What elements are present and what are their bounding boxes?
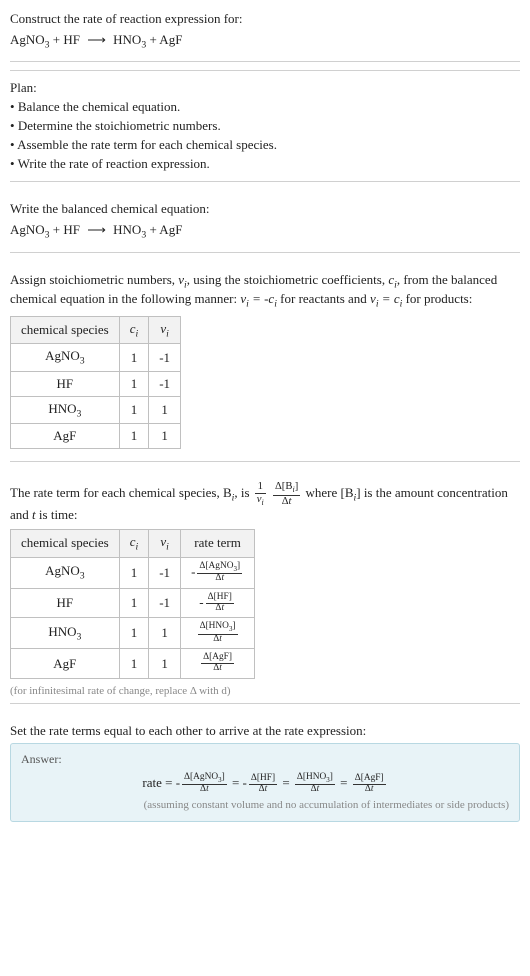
balanced-section: Write the balanced chemical equation: Ag… xyxy=(10,192,520,253)
col-nui: νi xyxy=(149,316,181,344)
eq-rhs-hno3: HNO3 xyxy=(110,32,146,47)
frac-dBi-dt: Δ[Bi]Δt xyxy=(271,481,302,507)
stoich-table: chemical species ci νi AgNO31-1 HF1-1 HN… xyxy=(10,316,181,450)
plan-item: • Write the rate of reaction expression. xyxy=(10,156,520,172)
cell-ci: 1 xyxy=(119,371,149,396)
plan-item: • Determine the stoichiometric numbers. xyxy=(10,118,520,134)
rateterm-text: The rate term for each chemical species,… xyxy=(10,481,520,523)
table-row: HNO311 xyxy=(11,396,181,424)
delta-note: (for infinitesimal rate of change, repla… xyxy=(10,685,520,697)
col-nui: νi xyxy=(149,530,181,558)
cell-ci: 1 xyxy=(119,424,149,449)
plan-item: • Assemble the rate term for each chemic… xyxy=(10,137,520,153)
frac-one-over-nu: 1νi xyxy=(253,481,268,507)
cell-ci: 1 xyxy=(119,557,149,588)
cell-nui: -1 xyxy=(149,588,181,618)
assign-text: Assign stoichiometric numbers, νi, using… xyxy=(10,272,520,309)
cell-ci: 1 xyxy=(119,649,149,679)
cell-ci: 1 xyxy=(119,588,149,618)
table-row: HF 1 -1 -Δ[HF]Δt xyxy=(11,588,255,618)
eq-plus-agf: + AgF xyxy=(146,32,182,47)
table-row: AgF11 xyxy=(11,424,181,449)
plan-item: • Balance the chemical equation. xyxy=(10,99,520,115)
cell-species: AgF xyxy=(11,649,120,679)
eq-plus-hf: + HF xyxy=(50,222,84,237)
answer-box: Answer: rate = -Δ[AgNO3]Δt = -Δ[HF]Δt = … xyxy=(10,743,520,822)
table-row: AgF 1 1 Δ[AgF]Δt xyxy=(11,649,255,679)
col-species: chemical species xyxy=(11,316,120,344)
prompt-title: Construct the rate of reaction expressio… xyxy=(10,11,520,27)
cell-nui: 1 xyxy=(149,618,181,649)
rate-expression: rate = -Δ[AgNO3]Δt = -Δ[HF]Δt = Δ[HNO3]Δ… xyxy=(21,773,509,795)
cell-species: AgNO3 xyxy=(11,557,120,588)
unbalanced-equation: AgNO3 + HF HNO3 + AgF xyxy=(10,30,520,53)
col-ci: ci xyxy=(119,316,149,344)
cell-nui: -1 xyxy=(149,557,181,588)
arrow-icon xyxy=(83,32,110,47)
eq-plus-agf: + AgF xyxy=(146,222,182,237)
answer-label: Answer: xyxy=(21,752,509,767)
cell-nui: 1 xyxy=(149,396,181,424)
eq-rhs-hno3: HNO3 xyxy=(110,222,146,237)
cell-species: AgF xyxy=(11,424,120,449)
assumption-note: (assuming constant volume and no accumul… xyxy=(21,799,509,811)
cell-species: HNO3 xyxy=(11,396,120,424)
final-title: Set the rate terms equal to each other t… xyxy=(10,723,520,739)
cell-rateterm: Δ[HNO3]Δt xyxy=(181,618,255,649)
rateterm-section: The rate term for each chemical species,… xyxy=(10,472,520,704)
eq-plus-hf: + HF xyxy=(50,32,84,47)
final-section: Set the rate terms equal to each other t… xyxy=(10,714,520,828)
cell-species: HF xyxy=(11,588,120,618)
cell-ci: 1 xyxy=(119,396,149,424)
cell-nui: 1 xyxy=(149,649,181,679)
rateterm-table: chemical species ci νi rate term AgNO3 1… xyxy=(10,529,255,679)
table-row: AgNO31-1 xyxy=(11,344,181,372)
cell-nui: -1 xyxy=(149,371,181,396)
col-species: chemical species xyxy=(11,530,120,558)
col-ci: ci xyxy=(119,530,149,558)
cell-species: HNO3 xyxy=(11,618,120,649)
balanced-equation: AgNO3 + HF HNO3 + AgF xyxy=(10,220,520,243)
cell-nui: 1 xyxy=(149,424,181,449)
table-row: AgNO3 1 -1 -Δ[AgNO3]Δt xyxy=(11,557,255,588)
table-row: HF1-1 xyxy=(11,371,181,396)
cell-ci: 1 xyxy=(119,344,149,372)
cell-species: AgNO3 xyxy=(11,344,120,372)
cell-rateterm: -Δ[HF]Δt xyxy=(181,588,255,618)
plan-title: Plan: xyxy=(10,80,520,96)
cell-species: HF xyxy=(11,371,120,396)
plan-section: Plan: • Balance the chemical equation. •… xyxy=(10,70,520,182)
cell-rateterm: -Δ[AgNO3]Δt xyxy=(181,557,255,588)
balanced-title: Write the balanced chemical equation: xyxy=(10,201,520,217)
col-rateterm: rate term xyxy=(181,530,255,558)
cell-nui: -1 xyxy=(149,344,181,372)
assign-section: Assign stoichiometric numbers, νi, using… xyxy=(10,263,520,462)
arrow-icon xyxy=(83,222,110,237)
eq-lhs-agno3: AgNO3 xyxy=(10,32,50,47)
cell-ci: 1 xyxy=(119,618,149,649)
table-row: HNO3 1 1 Δ[HNO3]Δt xyxy=(11,618,255,649)
eq-lhs-agno3: AgNO3 xyxy=(10,222,50,237)
cell-rateterm: Δ[AgF]Δt xyxy=(181,649,255,679)
